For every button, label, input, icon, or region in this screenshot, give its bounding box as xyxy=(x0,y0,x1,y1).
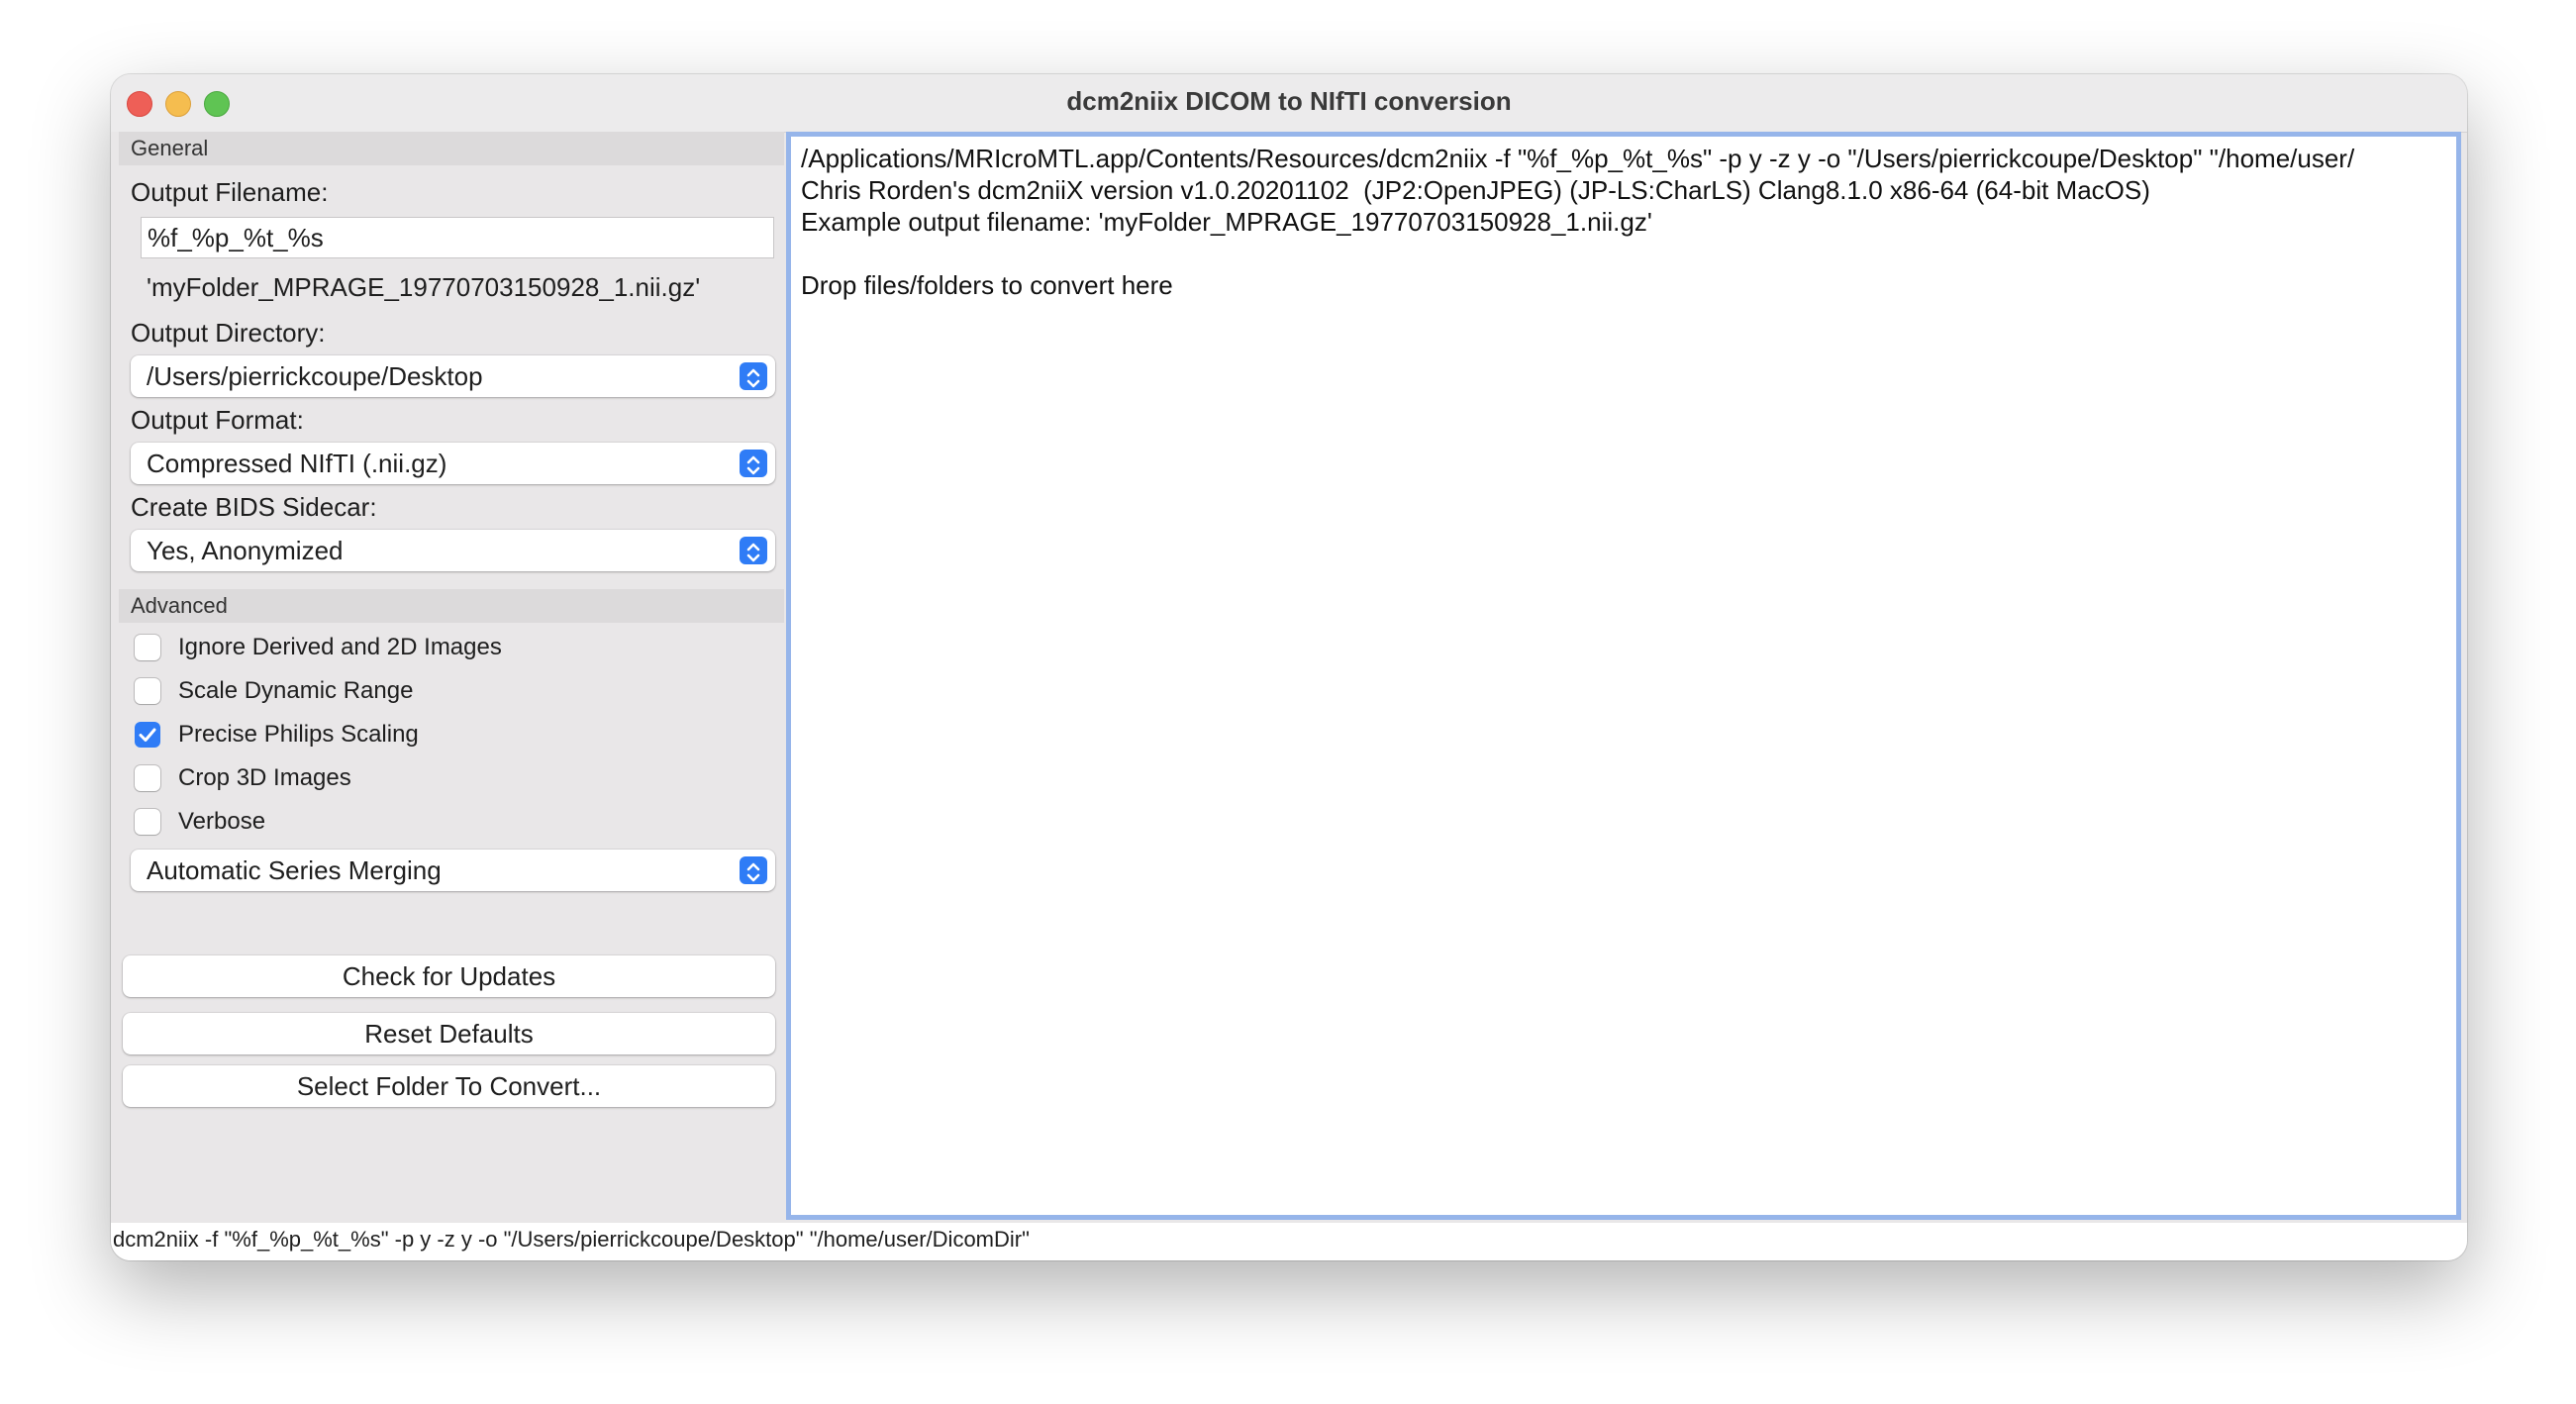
log-line-example: Example output filename: 'myFolder_MPRAG… xyxy=(801,207,1652,237)
verbose-checkbox[interactable] xyxy=(135,809,160,835)
bids-sidecar-value: Yes, Anonymized xyxy=(147,536,344,565)
bids-sidecar-label: Create BIDS Sidecar: xyxy=(131,492,377,522)
output-log-drop-area[interactable]: /Applications/MRIcroMTL.app/Contents/Res… xyxy=(786,132,2461,1220)
select-folder-button[interactable]: Select Folder To Convert... xyxy=(123,1065,775,1107)
output-directory-value: /Users/pierrickcoupe/Desktop xyxy=(147,361,483,391)
verbose-label: Verbose xyxy=(178,808,266,835)
chevron-up-down-icon xyxy=(740,856,767,884)
general-header: General xyxy=(119,132,784,165)
output-format-label: Output Format: xyxy=(131,405,304,435)
window-title: dcm2niix DICOM to NIfTI conversion xyxy=(1066,86,1512,116)
log-line-command: /Applications/MRIcroMTL.app/Contents/Res… xyxy=(801,144,2355,173)
advanced-header: Advanced xyxy=(119,589,784,623)
log-line-version: Chris Rorden's dcm2niiX version v1.0.202… xyxy=(801,175,2150,205)
scale-dynamic-range-label: Scale Dynamic Range xyxy=(178,677,414,704)
checkmark-icon xyxy=(139,728,156,742)
output-format-select[interactable]: Compressed NIfTI (.nii.gz) xyxy=(131,443,775,484)
output-filename-input[interactable]: %f_%p_%t_%s xyxy=(141,217,774,258)
filename-example: 'myFolder_MPRAGE_19770703150928_1.nii.gz… xyxy=(147,272,701,302)
settings-panel: General Output Filename: %f_%p_%t_%s 'my… xyxy=(111,132,784,1218)
output-filename-label: Output Filename: xyxy=(131,177,329,207)
scale-dynamic-range-checkbox[interactable] xyxy=(135,678,160,704)
reset-defaults-button[interactable]: Reset Defaults xyxy=(123,1013,775,1054)
output-format-value: Compressed NIfTI (.nii.gz) xyxy=(147,449,447,478)
output-directory-select[interactable]: /Users/pierrickcoupe/Desktop xyxy=(131,355,775,397)
precise-philips-checkbox[interactable] xyxy=(135,722,160,748)
crop-3d-checkbox[interactable] xyxy=(135,765,160,791)
check-updates-button[interactable]: Check for Updates xyxy=(123,955,775,997)
precise-philips-label: Precise Philips Scaling xyxy=(178,721,419,748)
status-bar: dcm2niix -f "%f_%p_%t_%s" -p y -z y -o "… xyxy=(111,1223,2467,1260)
bids-sidecar-select[interactable]: Yes, Anonymized xyxy=(131,530,775,571)
title-bar: dcm2niix DICOM to NIfTI conversion xyxy=(111,74,2467,133)
ignore-derived-label: Ignore Derived and 2D Images xyxy=(178,634,502,660)
ignore-derived-checkbox[interactable] xyxy=(135,635,160,660)
crop-3d-label: Crop 3D Images xyxy=(178,764,351,791)
chevron-up-down-icon xyxy=(740,450,767,477)
series-merging-select[interactable]: Automatic Series Merging xyxy=(131,850,775,891)
log-line-drop-hint: Drop files/folders to convert here xyxy=(801,270,1173,300)
series-merging-value: Automatic Series Merging xyxy=(147,855,442,885)
output-directory-label: Output Directory: xyxy=(131,318,326,348)
log-line-blank xyxy=(801,238,2354,269)
output-log-text: /Applications/MRIcroMTL.app/Contents/Res… xyxy=(801,143,2354,301)
chevron-up-down-icon xyxy=(740,537,767,564)
app-window: dcm2niix DICOM to NIfTI conversion Gener… xyxy=(111,74,2467,1260)
chevron-up-down-icon xyxy=(740,362,767,390)
